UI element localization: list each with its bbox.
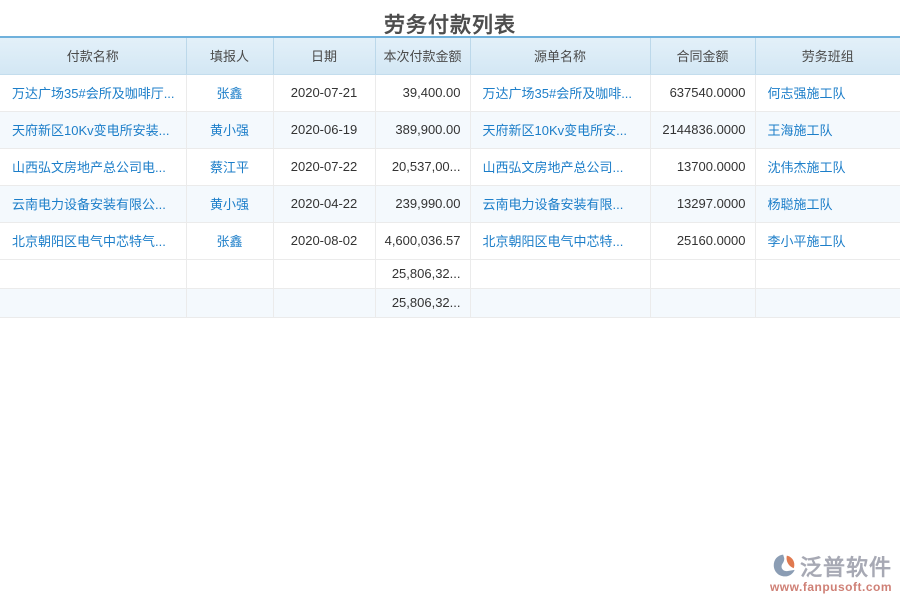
brand-website-link[interactable]: www.fanpusoft.com xyxy=(770,580,892,594)
table-header: 付款名称 填报人 日期 本次付款金额 源单名称 合同金额 劳务班组 xyxy=(0,37,900,74)
payment-name-link[interactable]: 山西弘文房地产总公司电... xyxy=(12,160,166,175)
date-cell: 2020-06-19 xyxy=(273,111,375,148)
team-link[interactable]: 杨聪施工队 xyxy=(768,197,833,212)
amount-cell: 239,990.00 xyxy=(375,185,470,222)
subtotal-row: 25,806,32... xyxy=(0,259,900,288)
payment-name-link[interactable]: 天府新区10Kv变电所安装... xyxy=(12,123,169,138)
filler-link[interactable]: 张鑫 xyxy=(216,86,242,101)
header-payment-name: 付款名称 xyxy=(0,37,186,74)
page-title: 劳务付款列表 xyxy=(0,0,900,36)
subtotal-amount-cell: 25,806,32... xyxy=(375,259,470,288)
team-link[interactable]: 王海施工队 xyxy=(768,123,833,138)
payment-name-link[interactable]: 万达广场35#会所及咖啡厅... xyxy=(12,86,175,101)
amount-cell: 20,537,00... xyxy=(375,148,470,185)
amount-cell: 39,400.00 xyxy=(375,74,470,111)
table-row: 万达广场35#会所及咖啡厅... 张鑫 2020-07-21 39,400.00… xyxy=(0,74,900,111)
payment-name-link[interactable]: 北京朝阳区电气中芯特气... xyxy=(12,234,166,249)
fanpusoft-logo[interactable]: 泛普软件 www.fanpusoft.com xyxy=(770,550,892,594)
header-date: 日期 xyxy=(273,37,375,74)
contract-amount-cell: 2144836.0000 xyxy=(650,111,755,148)
table-row: 北京朝阳区电气中芯特气... 张鑫 2020-08-02 4,600,036.5… xyxy=(0,222,900,259)
source-name-link[interactable]: 北京朝阳区电气中芯特... xyxy=(483,234,624,249)
source-name-link[interactable]: 山西弘文房地产总公司... xyxy=(483,160,624,175)
payment-name-link[interactable]: 云南电力设备安装有限公... xyxy=(12,197,166,212)
table-row: 天府新区10Kv变电所安装... 黄小强 2020-06-19 389,900.… xyxy=(0,111,900,148)
header-contract-amount: 合同金额 xyxy=(650,37,755,74)
contract-amount-cell: 637540.0000 xyxy=(650,74,755,111)
filler-link[interactable]: 张鑫 xyxy=(216,234,242,249)
table-row: 云南电力设备安装有限公... 黄小强 2020-04-22 239,990.00… xyxy=(0,185,900,222)
contract-amount-cell: 13297.0000 xyxy=(650,185,755,222)
fanpusoft-logo-icon xyxy=(770,552,798,580)
brand-name: 泛普软件 xyxy=(800,550,892,582)
date-cell: 2020-07-22 xyxy=(273,148,375,185)
date-cell: 2020-07-21 xyxy=(273,74,375,111)
table-row: 山西弘文房地产总公司电... 蔡江平 2020-07-22 20,537,00.… xyxy=(0,148,900,185)
source-name-link[interactable]: 云南电力设备安装有限... xyxy=(483,197,624,212)
filler-link[interactable]: 黄小强 xyxy=(210,123,249,138)
filler-link[interactable]: 蔡江平 xyxy=(210,160,249,175)
date-cell: 2020-04-22 xyxy=(273,185,375,222)
header-source-name: 源单名称 xyxy=(470,37,650,74)
team-link[interactable]: 何志强施工队 xyxy=(768,86,846,101)
contract-amount-cell: 13700.0000 xyxy=(650,148,755,185)
header-team: 劳务班组 xyxy=(755,37,900,74)
header-amount: 本次付款金额 xyxy=(375,37,470,74)
date-cell: 2020-08-02 xyxy=(273,222,375,259)
header-filler: 填报人 xyxy=(186,37,273,74)
source-name-link[interactable]: 天府新区10Kv变电所安... xyxy=(483,123,627,138)
total-row: 25,806,32... xyxy=(0,288,900,317)
contract-amount-cell: 25160.0000 xyxy=(650,222,755,259)
team-link[interactable]: 李小平施工队 xyxy=(768,234,846,249)
team-link[interactable]: 沈伟杰施工队 xyxy=(768,160,846,175)
source-name-link[interactable]: 万达广场35#会所及咖啡... xyxy=(483,86,633,101)
total-amount-cell: 25,806,32... xyxy=(375,288,470,317)
amount-cell: 389,900.00 xyxy=(375,111,470,148)
labor-payment-table: 付款名称 填报人 日期 本次付款金额 源单名称 合同金额 劳务班组 万达广场35… xyxy=(0,36,900,318)
amount-cell: 4,600,036.57 xyxy=(375,222,470,259)
filler-link[interactable]: 黄小强 xyxy=(210,197,249,212)
